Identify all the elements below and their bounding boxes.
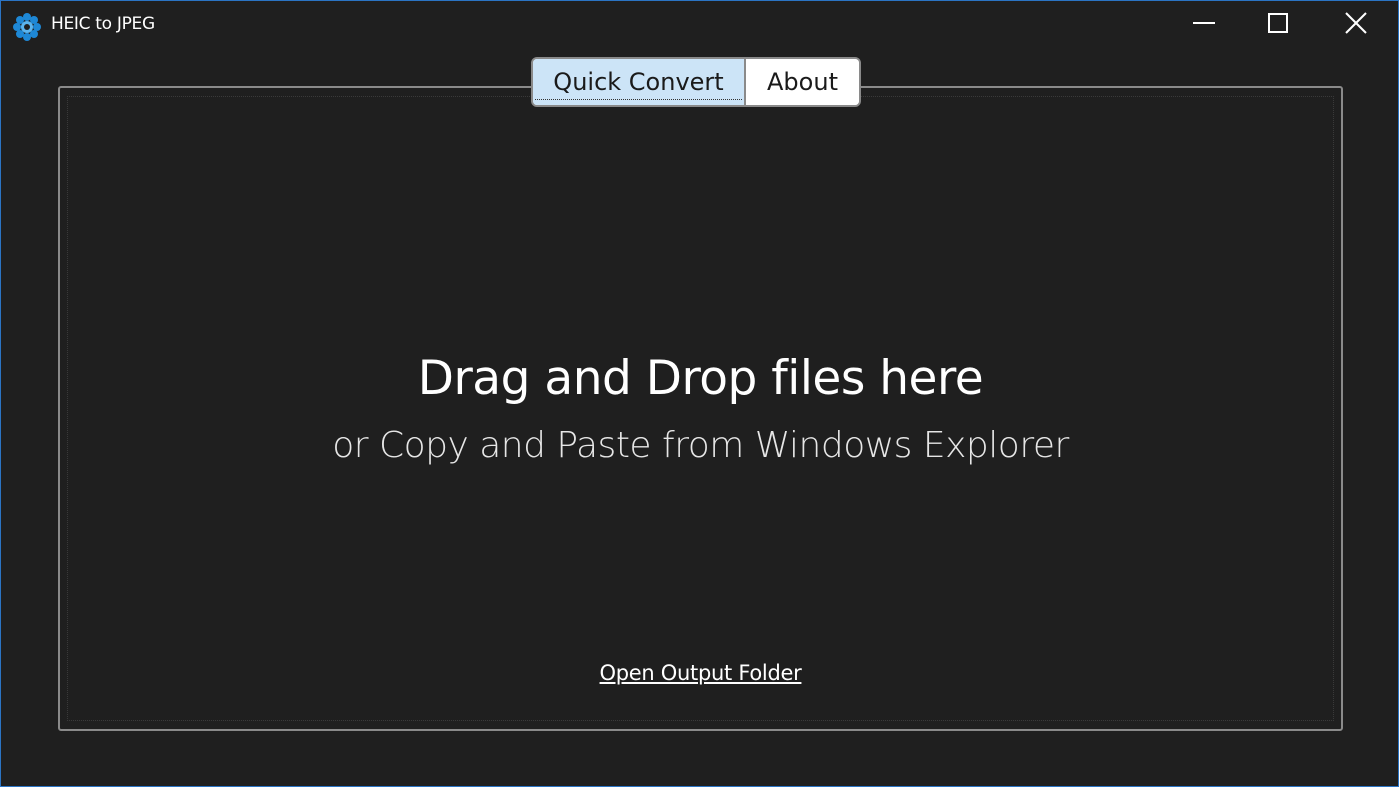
maximize-button[interactable] (1239, 1, 1317, 49)
drop-zone-panel[interactable] (58, 86, 1343, 731)
drop-zone-subline: or Copy and Paste from Windows Explorer (332, 425, 1069, 466)
tab-quick-convert[interactable]: Quick Convert (533, 59, 746, 105)
open-output-folder-row: Open Output Folder (1, 661, 1399, 685)
maximize-icon (1266, 11, 1290, 39)
title-bar[interactable]: HEIC to JPEG (1, 1, 1398, 51)
app-window: HEIC to JPEG Quick Convert About Drag an… (0, 0, 1399, 787)
open-output-folder-link[interactable]: Open Output Folder (600, 661, 802, 685)
drop-zone-headline: Drag and Drop files here (417, 351, 984, 406)
tab-strip: Quick Convert About (531, 57, 861, 107)
close-button[interactable] (1317, 1, 1395, 49)
app-gear-logo-icon (12, 12, 42, 42)
minimize-icon (1192, 11, 1216, 39)
drop-zone-focus-border (67, 96, 1334, 721)
tab-about[interactable]: About (746, 59, 859, 105)
window-title: HEIC to JPEG (51, 14, 155, 34)
minimize-button[interactable] (1165, 1, 1243, 49)
close-icon (1343, 10, 1369, 40)
